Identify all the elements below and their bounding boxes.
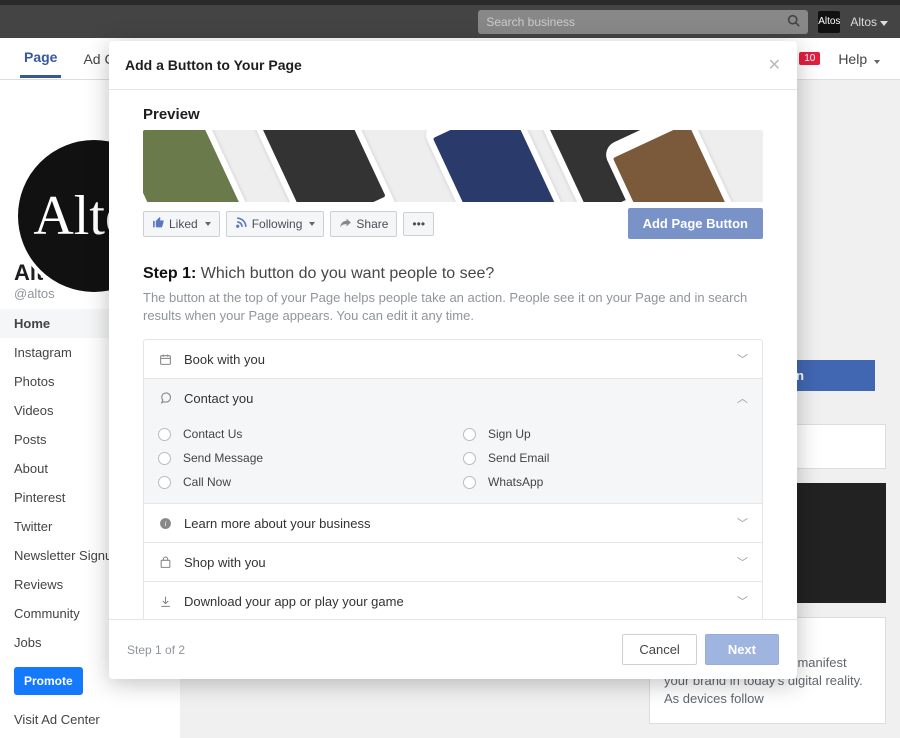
accordion-label: Contact you (184, 391, 253, 406)
option-send-email[interactable]: Send Email (463, 451, 748, 465)
option-contact-us[interactable]: Contact Us (158, 427, 443, 441)
radio-icon (463, 428, 476, 441)
caret-down-icon (309, 222, 315, 226)
preview-label: Preview (143, 106, 763, 123)
modal-footer: Step 1 of 2 Cancel Next (109, 619, 797, 679)
close-icon[interactable]: ✕ (768, 55, 781, 75)
brand-name[interactable]: Altos (850, 15, 888, 29)
search-wrap[interactable] (478, 10, 808, 34)
download-icon (158, 594, 172, 608)
option-label: Call Now (183, 475, 231, 489)
info-icon: i (158, 516, 172, 530)
option-label: WhatsApp (488, 475, 543, 489)
preview-liked-button[interactable]: Liked (143, 211, 220, 237)
step-description: The button at the top of your Page helps… (143, 289, 763, 325)
accordion-label: Learn more about your business (184, 516, 370, 531)
modal-header: Add a Button to Your Page ✕ (109, 41, 797, 90)
next-button[interactable]: Next (705, 634, 779, 665)
chevron-up-icon: ︿ (737, 390, 748, 406)
accordion-label: Download your app or play your game (184, 594, 404, 609)
preview-image (143, 130, 763, 202)
help-menu[interactable]: Help (838, 51, 880, 67)
accordion-contact-you[interactable]: Contact you ︿ (144, 379, 762, 417)
calendar-icon (158, 352, 172, 366)
caret-down-icon (874, 60, 880, 64)
chevron-down-icon: ﹀ (737, 593, 748, 609)
accordion-label: Shop with you (184, 555, 266, 570)
chevron-down-icon: ﹀ (737, 554, 748, 570)
radio-icon (463, 452, 476, 465)
accordion-download-your-app-or-play-your-game[interactable]: Download your app or play your game ﹀ (144, 582, 762, 619)
radio-icon (463, 476, 476, 489)
option-label: Sign Up (488, 427, 531, 441)
option-call-now[interactable]: Call Now (158, 475, 443, 489)
chevron-down-icon: ﹀ (737, 515, 748, 531)
visit-ad-center-link[interactable]: Visit Ad Center (0, 705, 180, 734)
share-icon (339, 216, 352, 232)
notification-badge[interactable]: 10 (799, 52, 820, 65)
preview-following-button[interactable]: Following (226, 211, 325, 237)
preview-share-button[interactable]: Share (330, 211, 397, 237)
chevron-down-icon: ﹀ (737, 351, 748, 367)
step-heading: Step 1: Which button do you want people … (143, 265, 763, 283)
accordion-label: Book with you (184, 352, 265, 367)
option-label: Contact Us (183, 427, 242, 441)
option-whatsapp[interactable]: WhatsApp (463, 475, 748, 489)
cancel-button[interactable]: Cancel (622, 634, 696, 665)
option-send-message[interactable]: Send Message (158, 451, 443, 465)
chat-icon (158, 391, 172, 405)
search-icon (787, 14, 800, 30)
modal-title: Add a Button to Your Page (125, 57, 302, 73)
radio-icon (158, 476, 171, 489)
preview-more-button[interactable]: ••• (403, 212, 434, 236)
button-categories-accordion: Book with you ﹀ Contact you ︿ Contact Us Sign… (143, 339, 763, 619)
add-page-button[interactable]: Add Page Button (628, 208, 763, 239)
option-sign-up[interactable]: Sign Up (463, 427, 748, 441)
rss-icon (235, 216, 248, 232)
accordion-learn-more-about-your-business[interactable]: i Learn more about your business ﹀ (144, 504, 762, 542)
nav-tab-page[interactable]: Page (20, 39, 61, 78)
add-button-modal: Add a Button to Your Page ✕ Preview Like… (109, 41, 797, 679)
thumb-up-icon (152, 216, 165, 232)
caret-down-icon (880, 21, 888, 26)
svg-text:i: i (164, 519, 166, 528)
search-input[interactable] (486, 15, 787, 29)
option-label: Send Email (488, 451, 549, 465)
caret-down-icon (205, 222, 211, 226)
topbar: Altos Altos (0, 0, 900, 38)
bag-icon (158, 555, 172, 569)
accordion-shop-with-you[interactable]: Shop with you ﹀ (144, 543, 762, 581)
accordion-book-with-you[interactable]: Book with you ﹀ (144, 340, 762, 378)
preview-actions: Liked Following Share ••• Add Page Butto… (143, 202, 763, 239)
step-counter: Step 1 of 2 (127, 643, 185, 657)
brand-logo[interactable]: Altos (818, 11, 840, 33)
radio-icon (158, 452, 171, 465)
radio-icon (158, 428, 171, 441)
option-label: Send Message (183, 451, 263, 465)
promote-button[interactable]: Promote (14, 667, 83, 695)
